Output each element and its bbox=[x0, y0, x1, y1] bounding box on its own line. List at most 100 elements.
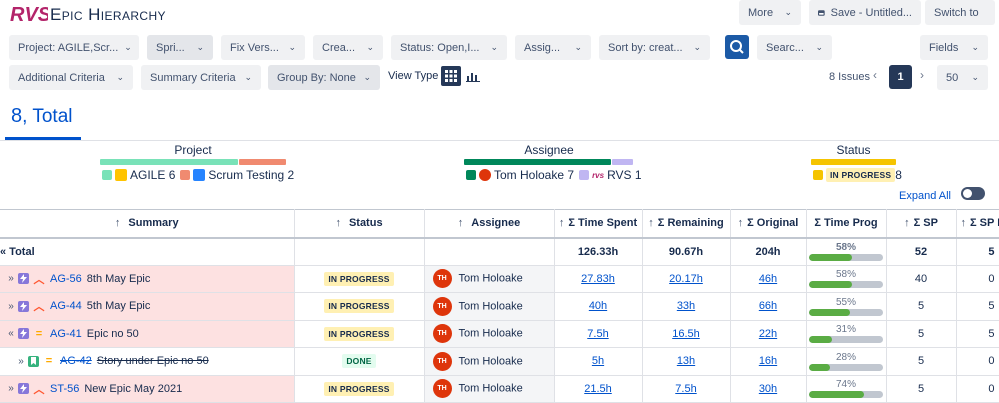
original-link[interactable]: 30h bbox=[759, 383, 777, 395]
table-row: » ︿ ST-56 New Epic May 2021 IN PROGRESS TH Tom… bbox=[0, 375, 999, 403]
grid-view-button[interactable] bbox=[441, 66, 461, 86]
created-filter[interactable]: Crea... ⌄ bbox=[313, 35, 383, 60]
header-label: Assignee bbox=[471, 217, 521, 230]
status-lozenge[interactable]: IN PROGRESS bbox=[324, 381, 394, 396]
rvs-logo: RVS bbox=[10, 4, 48, 25]
original-link[interactable]: 16h bbox=[759, 355, 777, 367]
search-button[interactable] bbox=[725, 35, 749, 59]
col-sp-d[interactable]: ↑Σ SP D bbox=[956, 209, 999, 239]
header-label: Σ Original bbox=[747, 217, 799, 230]
prev-page-icon[interactable]: ‹ bbox=[873, 68, 877, 82]
issue-summary: 8th May Epic bbox=[86, 272, 151, 285]
current-page[interactable]: 1 bbox=[889, 65, 912, 89]
remaining-link[interactable]: 33h bbox=[677, 300, 695, 312]
per-page-select[interactable]: 50 ⌄ bbox=[937, 65, 988, 90]
summary-cell: » ︿ AG-44 5th May Epic bbox=[0, 292, 295, 321]
original-link[interactable]: 66h bbox=[759, 300, 777, 312]
expand-icon[interactable]: » bbox=[4, 301, 18, 312]
time-spent-cell: 27.83h bbox=[554, 265, 643, 293]
table-row: » ︿ AG-56 8th May Epic IN PROGRESS TH Tom Holo… bbox=[0, 265, 999, 293]
status-lozenge[interactable]: IN PROGRESS bbox=[324, 271, 394, 286]
summary-cell: » = AG-42 Story under Epic no 50 bbox=[0, 347, 295, 376]
original-cell: 30h bbox=[730, 375, 807, 403]
remaining-link[interactable]: 7.5h bbox=[675, 383, 696, 395]
assignee-cell: TH Tom Holoake bbox=[424, 347, 555, 376]
status-lozenge[interactable]: DONE bbox=[342, 354, 376, 369]
expand-icon[interactable]: » bbox=[14, 356, 28, 367]
expand-icon[interactable]: » bbox=[4, 273, 18, 284]
col-time-progress[interactable]: Σ Time Prog bbox=[806, 209, 887, 239]
filter-label: Additional Criteria bbox=[18, 71, 105, 84]
issue-key-link[interactable]: AG-41 bbox=[50, 328, 82, 340]
table-header-row: ↑ Summary ↑ Status ↑ Assignee ↑ Σ Time Spent… bbox=[0, 209, 999, 239]
search-filter[interactable]: Searc... ⌄ bbox=[757, 35, 832, 60]
issue-key-link[interactable]: AG-42 bbox=[60, 355, 92, 367]
time-spent-link[interactable]: 40h bbox=[589, 300, 607, 312]
sp-cell: 5 bbox=[886, 375, 957, 403]
project-filter[interactable]: Project: AGILE,Scr... ⌄ bbox=[9, 35, 139, 60]
col-assignee[interactable]: ↑ Assignee bbox=[424, 209, 555, 239]
status-filter[interactable]: Status: Open,I... ⌄ bbox=[391, 35, 507, 60]
legend-swatch bbox=[579, 170, 590, 180]
group-by-filter[interactable]: Group By: None ⌄ bbox=[268, 65, 380, 90]
col-remaining[interactable]: ↑ Σ Remaining bbox=[642, 209, 731, 239]
issues-table: ↑ Summary ↑ Status ↑ Assignee ↑ Σ Time Spent… bbox=[0, 209, 999, 403]
assignee-bar-rvs[interactable] bbox=[612, 159, 633, 165]
status-bar-in-progress[interactable] bbox=[811, 159, 896, 165]
col-sp[interactable]: ↑ Σ SP bbox=[886, 209, 957, 239]
issue-key-link[interactable]: AG-56 bbox=[50, 273, 82, 285]
col-time-spent[interactable]: ↑ Σ Time Spent bbox=[554, 209, 643, 239]
time-spent-link[interactable]: 5h bbox=[592, 355, 604, 367]
remaining-link[interactable]: 20.17h bbox=[669, 273, 703, 285]
fields-button[interactable]: Fields ⌄ bbox=[920, 35, 988, 60]
col-original[interactable]: ↑ Σ Original bbox=[730, 209, 807, 239]
sort-up-icon: ↑ bbox=[904, 217, 910, 230]
project-avatar-icon bbox=[115, 169, 127, 181]
original-cell: 46h bbox=[730, 265, 807, 293]
assignee-bar-tom[interactable] bbox=[464, 159, 611, 165]
col-summary[interactable]: ↑ Summary bbox=[0, 209, 295, 239]
more-button[interactable]: More ⌄ bbox=[739, 0, 801, 25]
avatar: TH bbox=[432, 296, 452, 316]
time-spent-link[interactable]: 27.83h bbox=[581, 273, 615, 285]
expand-icon[interactable]: » bbox=[4, 383, 18, 394]
original-link[interactable]: 22h bbox=[759, 328, 777, 340]
filter-label: Sort by: creat... bbox=[608, 41, 683, 54]
sprint-filter[interactable]: Spri... ⌄ bbox=[147, 35, 213, 60]
chevron-down-icon: ⌄ bbox=[574, 42, 582, 52]
time-spent-link[interactable]: 7.5h bbox=[587, 328, 608, 340]
remaining-link[interactable]: 16.5h bbox=[672, 328, 700, 340]
save-button[interactable]: Save - Untitled... bbox=[809, 0, 921, 25]
issue-key-link[interactable]: AG-44 bbox=[50, 300, 82, 312]
project-bar-scrum[interactable] bbox=[239, 159, 286, 165]
story-icon bbox=[28, 355, 39, 367]
time-spent-link[interactable]: 21.5h bbox=[584, 383, 612, 395]
status-lozenge[interactable]: IN PROGRESS bbox=[324, 326, 394, 341]
chart-view-button[interactable] bbox=[463, 66, 483, 86]
collapse-icon[interactable]: « bbox=[4, 328, 18, 339]
total-heading[interactable]: 8, Total bbox=[11, 105, 72, 128]
additional-criteria-filter[interactable]: Additional Criteria ⌄ bbox=[9, 65, 133, 90]
chevron-down-icon: ⌄ bbox=[366, 42, 374, 52]
remaining-link[interactable]: 13h bbox=[677, 355, 695, 367]
filter-label: Fields bbox=[929, 41, 959, 54]
fix-version-filter[interactable]: Fix Vers... ⌄ bbox=[221, 35, 305, 60]
expand-all-link[interactable]: Expand All bbox=[899, 190, 951, 202]
project-bar-agile[interactable] bbox=[100, 159, 238, 165]
assignee-cell: TH Tom Holoake bbox=[424, 375, 555, 403]
time-spent-cell: 40h bbox=[554, 292, 643, 321]
sort-by-filter[interactable]: Sort by: creat... ⌄ bbox=[599, 35, 710, 60]
expand-all-toggle[interactable] bbox=[961, 187, 985, 200]
assignee-legend: Tom Holoake 7 rvs RVS 1 bbox=[466, 168, 642, 182]
total-label-cell[interactable]: « Total bbox=[0, 237, 295, 266]
next-page-icon[interactable]: › bbox=[920, 68, 924, 82]
status-lozenge[interactable]: IN PROGRESS bbox=[324, 299, 394, 314]
filter-label: Spri... bbox=[156, 41, 185, 54]
legend-count: 6 bbox=[168, 168, 176, 182]
assignee-filter[interactable]: Assig... ⌄ bbox=[515, 35, 591, 60]
original-link[interactable]: 46h bbox=[759, 273, 777, 285]
col-status[interactable]: ↑ Status bbox=[294, 209, 425, 239]
switch-to-button[interactable]: Switch to bbox=[925, 0, 995, 25]
issue-key-link[interactable]: ST-56 bbox=[50, 383, 79, 395]
summary-criteria-filter[interactable]: Summary Criteria ⌄ bbox=[141, 65, 261, 90]
